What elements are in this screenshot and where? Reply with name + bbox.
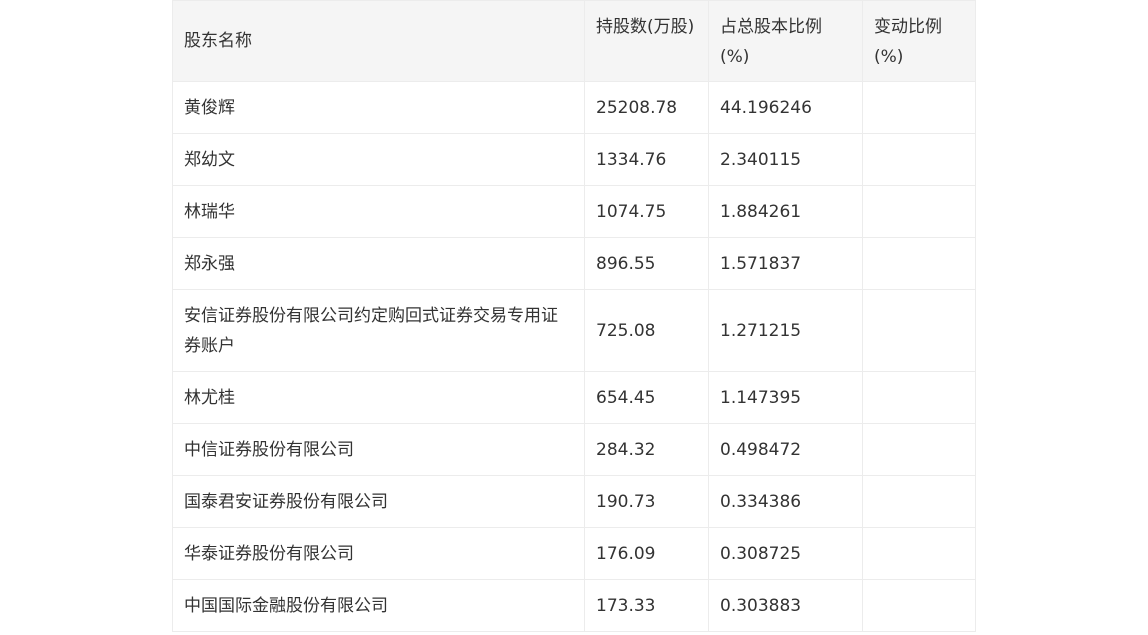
- cell-shares: 173.33: [584, 579, 709, 632]
- table-body: 黄俊辉 25208.78 44.196246 郑幼文 1334.76 2.340…: [172, 81, 976, 632]
- cell-ratio: 0.498472: [708, 423, 863, 476]
- shareholder-table: 股东名称 持股数(万股) 占总股本比例(%) 变动比例(%) 黄俊辉 25208…: [172, 0, 976, 632]
- cell-shares: 25208.78: [584, 81, 709, 134]
- cell-ratio: 0.334386: [708, 475, 863, 528]
- cell-change: [862, 237, 976, 290]
- cell-name: 林尤桂: [172, 371, 585, 424]
- table-row: 林瑞华 1074.75 1.884261: [172, 185, 976, 238]
- cell-name: 林瑞华: [172, 185, 585, 238]
- table-row: 郑永强 896.55 1.571837: [172, 237, 976, 290]
- table-row: 国泰君安证券股份有限公司 190.73 0.334386: [172, 475, 976, 528]
- cell-name: 郑幼文: [172, 133, 585, 186]
- cell-shares: 654.45: [584, 371, 709, 424]
- cell-change: [862, 423, 976, 476]
- cell-change: [862, 475, 976, 528]
- cell-ratio: 1.147395: [708, 371, 863, 424]
- table-row: 林尤桂 654.45 1.147395: [172, 371, 976, 424]
- header-shares: 持股数(万股): [584, 0, 709, 82]
- table-row: 华泰证券股份有限公司 176.09 0.308725: [172, 527, 976, 580]
- cell-ratio: 0.303883: [708, 579, 863, 632]
- cell-ratio: 0.308725: [708, 527, 863, 580]
- cell-ratio: 1.571837: [708, 237, 863, 290]
- header-shareholder-name: 股东名称: [172, 0, 585, 82]
- cell-shares: 896.55: [584, 237, 709, 290]
- cell-ratio: 1.271215: [708, 289, 863, 372]
- cell-change: [862, 579, 976, 632]
- table-row: 中信证券股份有限公司 284.32 0.498472: [172, 423, 976, 476]
- cell-change: [862, 527, 976, 580]
- cell-change: [862, 81, 976, 134]
- cell-shares: 190.73: [584, 475, 709, 528]
- cell-name: 中国国际金融股份有限公司: [172, 579, 585, 632]
- cell-shares: 1334.76: [584, 133, 709, 186]
- cell-change: [862, 371, 976, 424]
- cell-shares: 284.32: [584, 423, 709, 476]
- cell-name: 安信证券股份有限公司约定购回式证券交易专用证券账户: [172, 289, 585, 372]
- cell-name: 郑永强: [172, 237, 585, 290]
- cell-change: [862, 133, 976, 186]
- header-change: 变动比例(%): [862, 0, 976, 82]
- cell-name: 华泰证券股份有限公司: [172, 527, 585, 580]
- header-ratio: 占总股本比例(%): [708, 0, 863, 82]
- cell-name: 国泰君安证券股份有限公司: [172, 475, 585, 528]
- table-row: 中国国际金融股份有限公司 173.33 0.303883: [172, 579, 976, 632]
- shareholder-table-container: 股东名称 持股数(万股) 占总股本比例(%) 变动比例(%) 黄俊辉 25208…: [172, 0, 976, 632]
- cell-shares: 176.09: [584, 527, 709, 580]
- cell-ratio: 2.340115: [708, 133, 863, 186]
- cell-shares: 1074.75: [584, 185, 709, 238]
- table-row: 黄俊辉 25208.78 44.196246: [172, 81, 976, 134]
- cell-name: 黄俊辉: [172, 81, 585, 134]
- cell-change: [862, 289, 976, 372]
- table-header: 股东名称 持股数(万股) 占总股本比例(%) 变动比例(%): [172, 0, 976, 82]
- table-row: 郑幼文 1334.76 2.340115: [172, 133, 976, 186]
- cell-name: 中信证券股份有限公司: [172, 423, 585, 476]
- cell-ratio: 1.884261: [708, 185, 863, 238]
- table-row: 安信证券股份有限公司约定购回式证券交易专用证券账户 725.08 1.27121…: [172, 289, 976, 372]
- cell-shares: 725.08: [584, 289, 709, 372]
- cell-change: [862, 185, 976, 238]
- cell-ratio: 44.196246: [708, 81, 863, 134]
- header-row: 股东名称 持股数(万股) 占总股本比例(%) 变动比例(%): [172, 0, 976, 82]
